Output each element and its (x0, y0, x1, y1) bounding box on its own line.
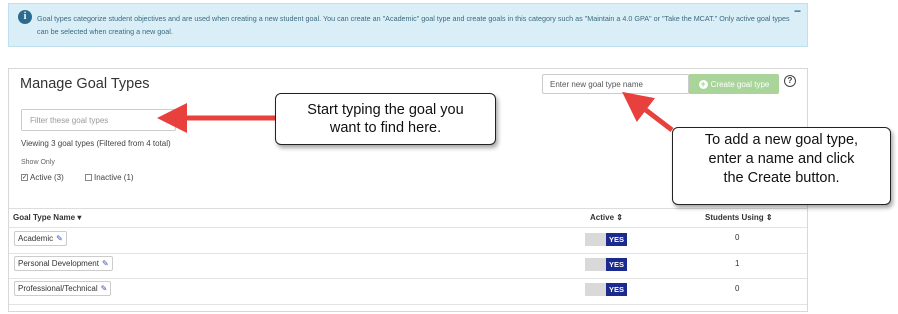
callout-line: want to find here. (329, 120, 442, 136)
arrow-to-new-goal-input (622, 91, 674, 132)
callout-line: To add a new goal type, (704, 132, 859, 148)
filter-hint-callout: Start typing the goal you want to find h… (275, 93, 496, 145)
create-hint-callout: To add a new goal type, enter a name and… (672, 127, 891, 205)
callout-line: enter a name and click (708, 151, 855, 167)
callout-line: the Create button. (723, 170, 840, 186)
callout-line: Start typing the goal you (307, 102, 464, 118)
